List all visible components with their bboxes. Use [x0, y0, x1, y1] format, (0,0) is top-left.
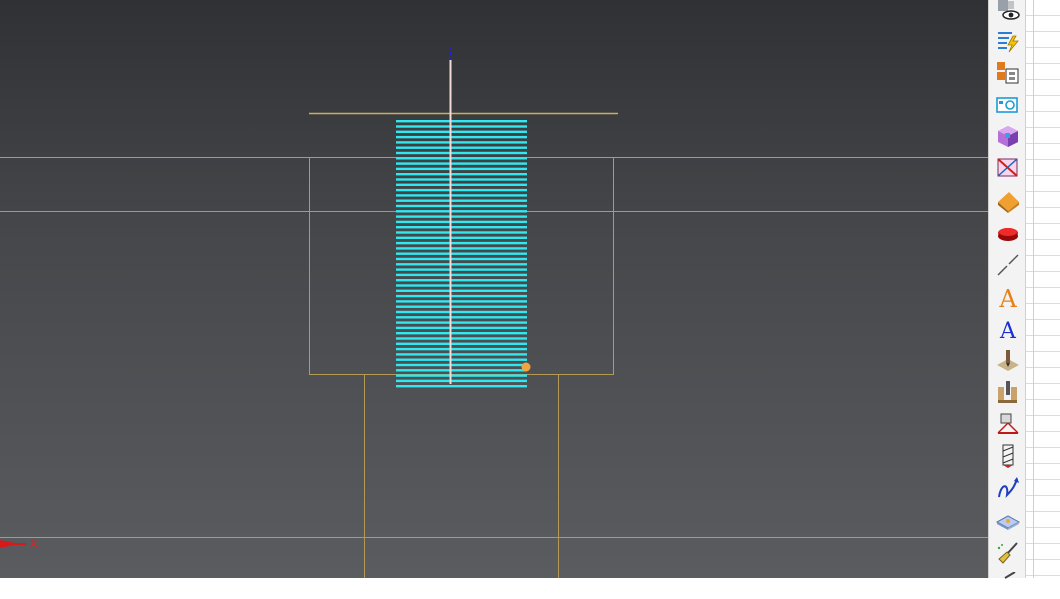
svg-text:A: A: [998, 285, 1017, 310]
machining-setup-icon[interactable]: [994, 378, 1022, 406]
toolpath-pass: [396, 141, 527, 144]
solid-object-icon[interactable]: [994, 219, 1022, 247]
toolpath-pass: [396, 247, 527, 250]
toolpath-pass: [396, 279, 527, 282]
toolpath-pass: [396, 167, 527, 171]
verify-toolpath-icon[interactable]: [994, 154, 1022, 182]
generate-toolpath-icon[interactable]: [994, 27, 1022, 55]
toolpath-arrow-icon[interactable]: [994, 474, 1022, 502]
x-axis-label: X: [30, 537, 38, 550]
toolpath-pass: [396, 130, 527, 133]
toolpath-pass: [396, 385, 527, 388]
toolpath-pass: [396, 215, 527, 218]
toolpath-pass: [396, 289, 527, 292]
cad-scene[interactable]: [0, 0, 988, 578]
toolpath-pass: [396, 273, 527, 277]
side-grid-panel: [1026, 0, 1060, 578]
toolpath-pass: [396, 363, 527, 367]
toolpath-pass: [396, 252, 527, 255]
toolpath-pass: [396, 257, 527, 261]
toolpath-pass: [396, 178, 527, 181]
stock-model-icon[interactable]: [994, 122, 1022, 150]
toolpath-pass: [396, 236, 527, 239]
toolpath-pass: [396, 188, 527, 192]
toolpath-pass: [396, 310, 527, 314]
vertical-toolbar: A A: [988, 0, 1026, 579]
toolpath-pass: [396, 268, 527, 271]
line-tool-icon[interactable]: [994, 251, 1022, 279]
toolpath-pass: [396, 231, 527, 234]
toolpath-pass: [396, 342, 527, 345]
toolpath-pass: [396, 374, 527, 377]
toolpath-pass: [396, 326, 527, 330]
toolpath-pass: [396, 125, 527, 128]
toolpath-pass: [396, 294, 527, 298]
toolpath-endpoint-handle[interactable]: [521, 362, 531, 372]
drill-down-icon[interactable]: [994, 347, 1022, 375]
toolpath-pass: [396, 300, 527, 303]
text-blue-icon[interactable]: A: [994, 315, 1022, 343]
copy-operations-icon[interactable]: [994, 59, 1022, 87]
text-orange-icon[interactable]: A: [994, 283, 1022, 311]
toolpath-pass: [396, 358, 527, 361]
toolpath-pass: [396, 263, 527, 266]
toolpath-pass: [396, 157, 527, 160]
broom-cleanup-icon[interactable]: [994, 539, 1022, 567]
toolpath-pass: [396, 284, 527, 287]
toolpath-pass: [396, 353, 527, 356]
fixture-icon[interactable]: [994, 410, 1022, 438]
toolpath-pass: [396, 210, 527, 213]
toolpath-pass: [396, 151, 527, 155]
toolpath-pass: [396, 199, 527, 202]
surface-plane-icon[interactable]: [994, 507, 1022, 535]
toolpath-pass: [396, 162, 527, 165]
svg-text:A: A: [999, 319, 1017, 342]
toolpath-pass: [396, 347, 527, 351]
toolpath-pass: [396, 241, 527, 245]
toolpath-pass: [396, 204, 527, 208]
end-mill-icon[interactable]: [994, 442, 1022, 470]
toolpath-pass: [396, 321, 527, 324]
more-tools-icon[interactable]: [994, 571, 1022, 599]
toolpath-pass: [396, 316, 527, 319]
toolpath-pass: [396, 120, 527, 123]
toolpath-stripes: [396, 120, 527, 388]
toolpath-pass: [396, 194, 527, 197]
toolpath-pass: [396, 337, 527, 340]
toolpath-pass: [396, 146, 527, 149]
3d-shape-icon[interactable]: [994, 187, 1022, 215]
toolpath-pass: [396, 135, 527, 139]
simulation-icon[interactable]: [994, 91, 1022, 119]
view-visibility-icon[interactable]: [994, 0, 1022, 24]
toolpath-pass: [396, 226, 527, 229]
toolpath-pass: [396, 305, 527, 308]
3d-viewport[interactable]: X: [0, 0, 988, 578]
toolpath-pass: [396, 332, 527, 335]
toolpath-pass: [396, 220, 527, 224]
toolpath-pass: [396, 369, 527, 372]
toolpath-pass: [396, 173, 527, 176]
axis-triad: [0, 540, 26, 548]
toolpath-pass: [396, 379, 527, 383]
toolpath-pass: [396, 183, 527, 186]
